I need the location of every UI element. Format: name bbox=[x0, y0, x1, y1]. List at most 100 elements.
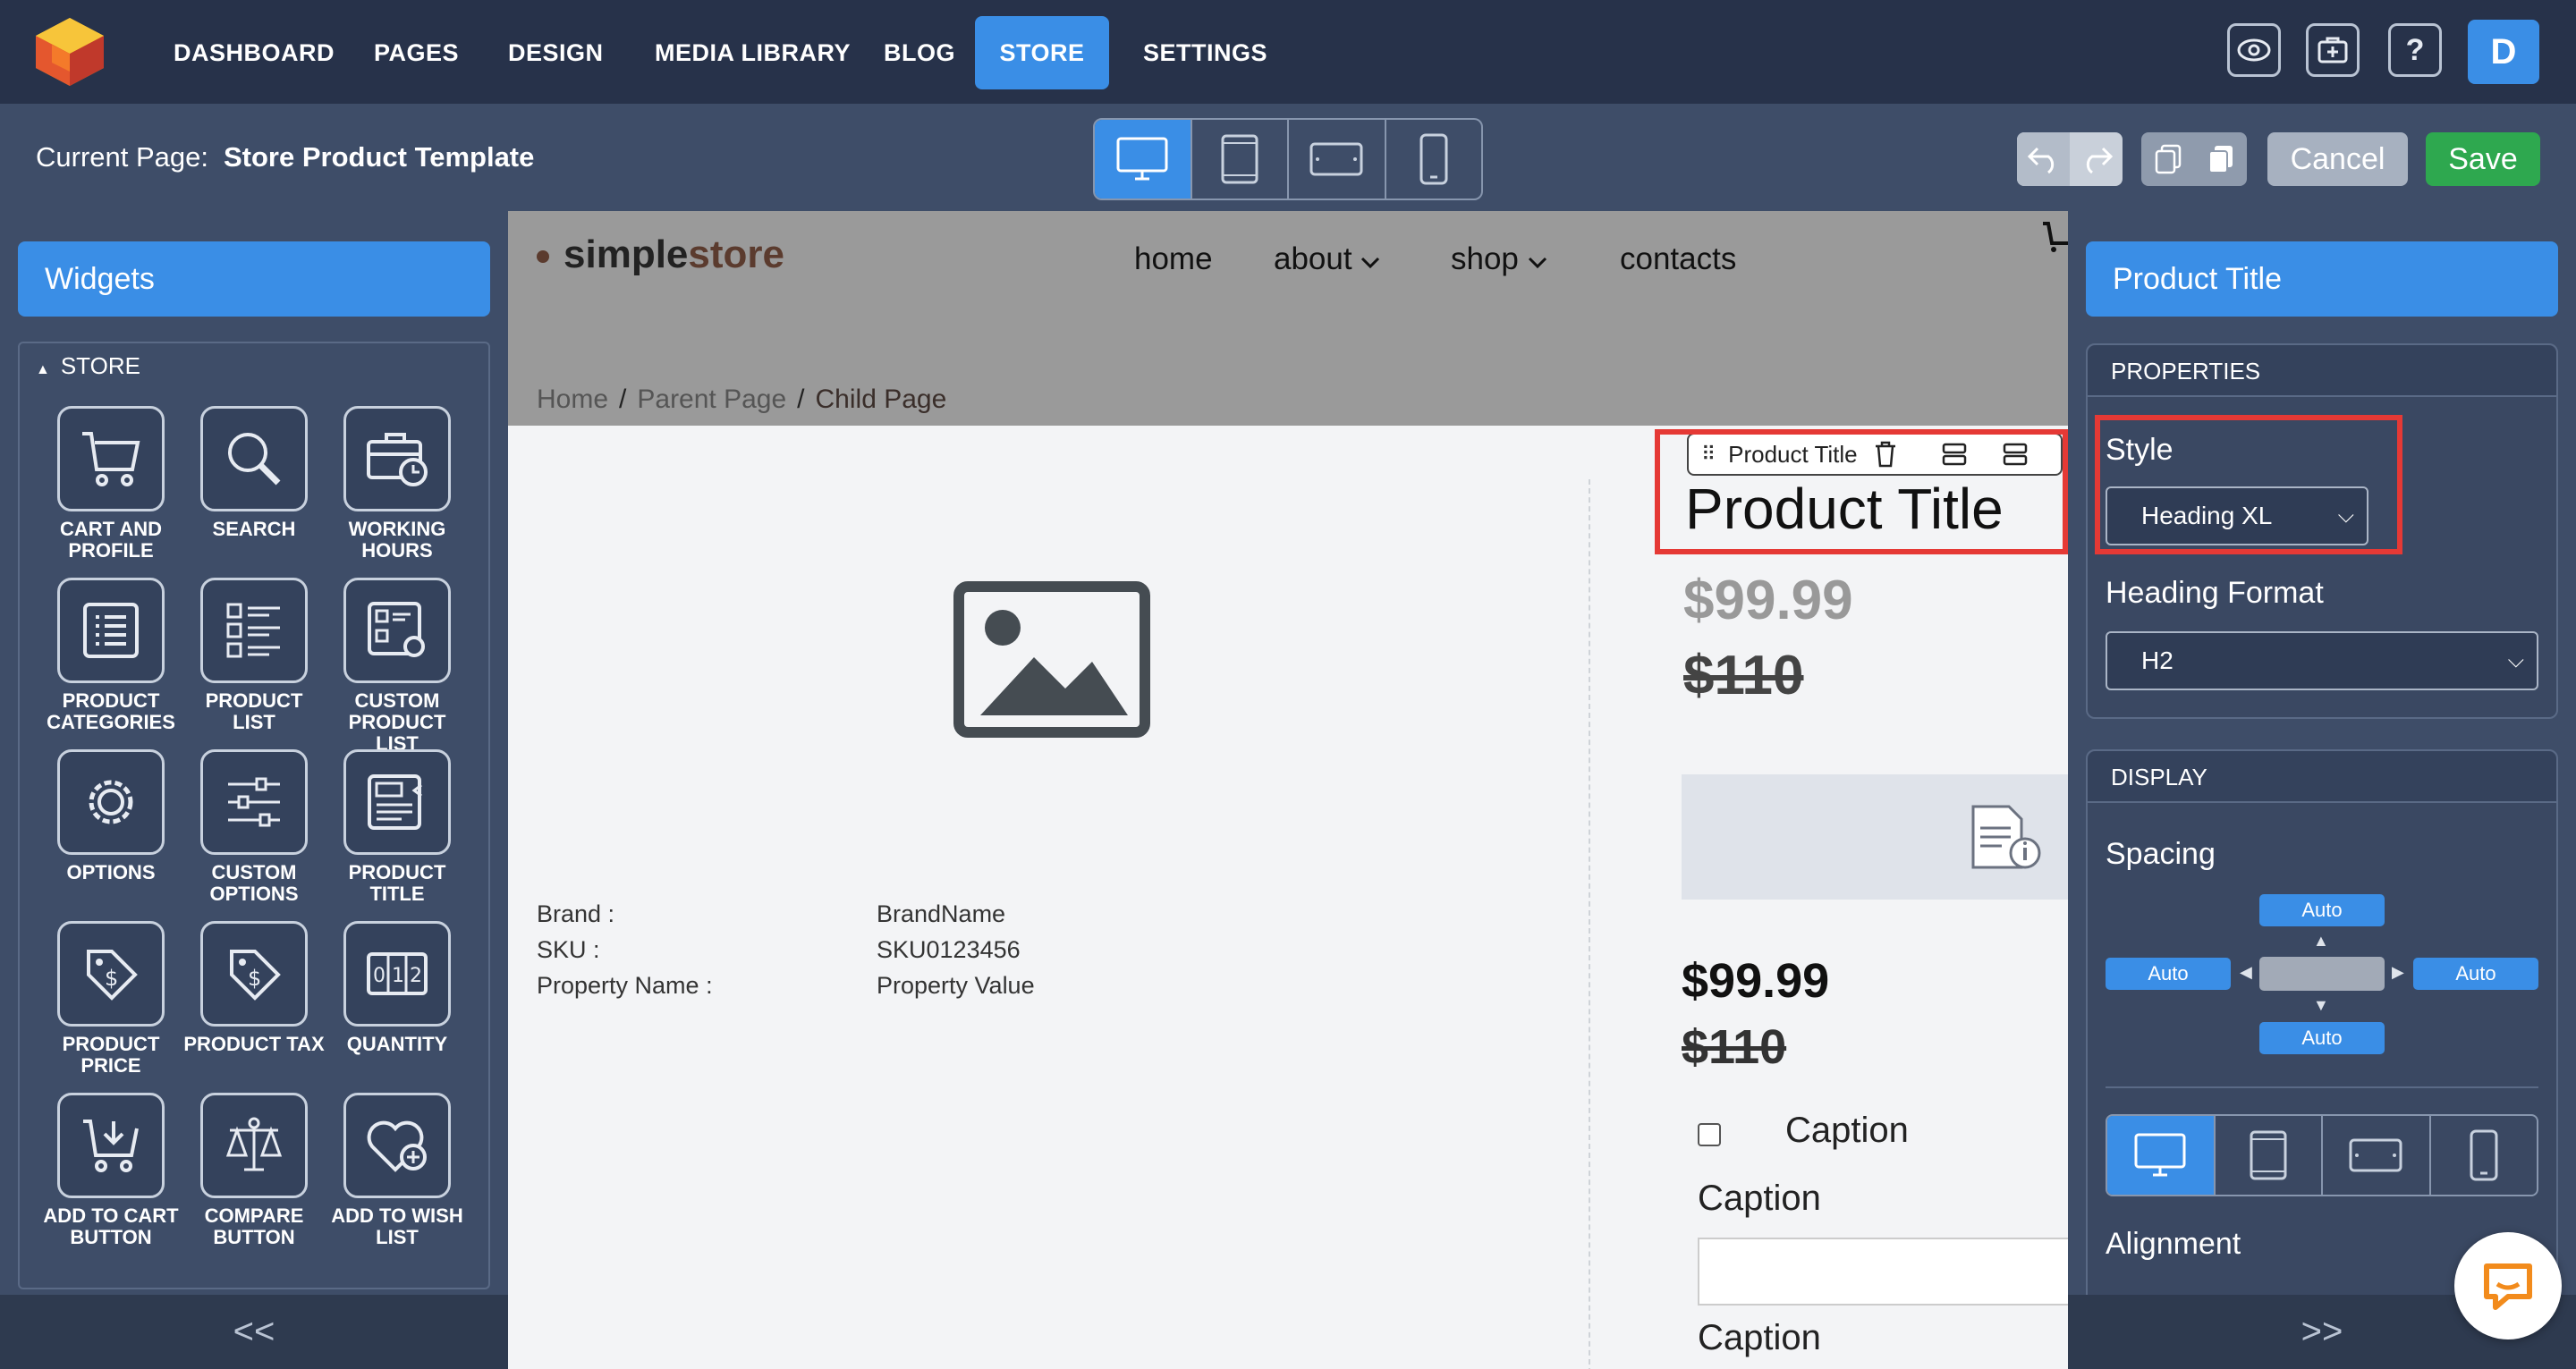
nav-design[interactable]: DESIGN bbox=[488, 16, 623, 89]
copy-button[interactable] bbox=[2141, 132, 2194, 186]
alignment-label: Alignment bbox=[2106, 1227, 2241, 1261]
caption-checkbox[interactable] bbox=[1698, 1123, 1721, 1146]
svg-text:1: 1 bbox=[392, 965, 404, 987]
widget-label: ADD TO CART BUTTON bbox=[43, 1204, 179, 1248]
mobile-icon bbox=[1419, 133, 1448, 185]
spacing-center bbox=[2259, 957, 2385, 991]
display-tablet-button[interactable] bbox=[2216, 1116, 2323, 1195]
widget-product-categories[interactable]: PRODUCT CATEGORIES bbox=[39, 578, 182, 733]
current-page-label: Current Page: bbox=[36, 141, 208, 173]
property-name: Brand : bbox=[537, 900, 615, 927]
widget-working-hours[interactable]: WORKING HOURS bbox=[326, 406, 469, 562]
chat-icon bbox=[2484, 1263, 2532, 1310]
avatar[interactable]: D bbox=[2468, 20, 2539, 84]
widget-label: PRODUCT TAX bbox=[183, 1033, 325, 1055]
site-logo[interactable]: simplestore bbox=[537, 232, 784, 277]
breadcrumb-parent[interactable]: Parent Page bbox=[637, 385, 786, 414]
store-section-toggle[interactable]: ▲ STORE bbox=[36, 352, 140, 380]
desktop-view-button[interactable] bbox=[1095, 120, 1192, 199]
heading-format-select[interactable]: H2 ⌵ bbox=[2106, 631, 2538, 690]
widget-label: CUSTOM OPTIONS bbox=[209, 861, 299, 905]
product-title[interactable]: Product Title bbox=[1685, 476, 2004, 542]
display-mobile-button[interactable] bbox=[2431, 1116, 2538, 1195]
site-nav-shop[interactable]: shop bbox=[1451, 241, 1547, 277]
tablet-view-button[interactable] bbox=[1192, 120, 1289, 199]
device-switcher bbox=[1093, 118, 1483, 200]
tablet-landscape-view-button[interactable] bbox=[1289, 120, 1386, 199]
editor-toolbar: Current Page: Store Product Template Can bbox=[0, 104, 2576, 211]
undo-button[interactable] bbox=[2017, 132, 2070, 186]
caption-input[interactable] bbox=[1698, 1238, 2068, 1306]
widget-add-to-cart-button[interactable]: ADD TO CART BUTTON bbox=[39, 1093, 182, 1248]
page-canvas: simplestore home about shop contacts Hom… bbox=[508, 211, 2068, 1369]
paste-button[interactable] bbox=[2194, 132, 2247, 186]
display-desktop-button[interactable] bbox=[2107, 1116, 2216, 1195]
widget-product-list[interactable]: PRODUCT LIST bbox=[182, 578, 326, 733]
widget-options[interactable]: OPTIONS bbox=[39, 749, 182, 883]
widget-label: CUSTOM PRODUCT LIST bbox=[348, 689, 446, 755]
widget-custom-product-list[interactable]: CUSTOM PRODUCT LIST bbox=[326, 578, 469, 755]
save-button[interactable]: Save bbox=[2426, 132, 2540, 186]
property-name: Property Name : bbox=[537, 972, 713, 999]
widget-product-title[interactable]: PRODUCT TITLE bbox=[326, 749, 469, 905]
nav-pages[interactable]: PAGES bbox=[354, 16, 479, 89]
spacing-right[interactable]: Auto bbox=[2413, 958, 2538, 990]
widget-quantity[interactable]: 012 QUANTITY bbox=[326, 921, 469, 1055]
briefcase-clock-icon bbox=[367, 433, 428, 486]
product-old-price-secondary[interactable]: $110 bbox=[1682, 1019, 1786, 1075]
nav-settings[interactable]: SETTINGS bbox=[1123, 16, 1287, 89]
chat-button[interactable] bbox=[2454, 1232, 2562, 1339]
desktop-icon bbox=[1116, 137, 1168, 181]
chevron-down-icon bbox=[1361, 257, 1380, 269]
widget-custom-options[interactable]: CUSTOM OPTIONS bbox=[182, 749, 326, 905]
current-page-name: Store Product Template bbox=[224, 141, 535, 173]
site-nav-about[interactable]: about bbox=[1274, 241, 1380, 277]
properties-section-title[interactable]: PROPERTIES bbox=[2088, 345, 2556, 397]
nav-blog[interactable]: BLOG bbox=[864, 16, 975, 89]
help-button[interactable]: ? bbox=[2388, 23, 2442, 77]
nav-media-library[interactable]: MEDIA LIBRARY bbox=[635, 16, 870, 89]
product-price[interactable]: $99.99 bbox=[1683, 569, 1853, 632]
spacing-left[interactable]: Auto bbox=[2106, 958, 2231, 990]
preview-button[interactable] bbox=[2227, 23, 2281, 77]
widget-add-to-wish-list[interactable]: ADD TO WISH LIST bbox=[326, 1093, 469, 1248]
image-placeholder-icon[interactable] bbox=[953, 581, 1150, 738]
breadcrumb: Home / Parent Page / Child Page bbox=[537, 385, 947, 414]
search-icon bbox=[228, 433, 281, 486]
logo-icon[interactable] bbox=[32, 16, 107, 88]
product-price-secondary[interactable]: $99.99 bbox=[1682, 953, 1829, 1009]
store-section-label: STORE bbox=[60, 352, 140, 379]
display-tablet-landscape-button[interactable] bbox=[2323, 1116, 2431, 1195]
cancel-button[interactable]: Cancel bbox=[2267, 132, 2408, 186]
collapse-left-button[interactable]: << bbox=[0, 1295, 508, 1369]
widgets-header[interactable]: Widgets bbox=[18, 241, 490, 317]
chevron-down-icon: ⌵ bbox=[2507, 648, 2524, 672]
site-nav-home[interactable]: home bbox=[1134, 241, 1213, 277]
undo-icon bbox=[2027, 147, 2054, 173]
product-old-price[interactable]: $110 bbox=[1683, 644, 1804, 707]
widget-product-tax[interactable]: $ PRODUCT TAX bbox=[182, 921, 326, 1055]
nav-dashboard[interactable]: DASHBOARD bbox=[154, 16, 354, 89]
copy-paste-group bbox=[2141, 132, 2247, 186]
column-divider bbox=[1589, 479, 1590, 1369]
widget-compare-button[interactable]: COMPARE BUTTON bbox=[182, 1093, 326, 1248]
tablet-icon bbox=[1221, 134, 1258, 184]
display-device-switcher bbox=[2106, 1114, 2538, 1196]
store-settings-button[interactable] bbox=[2306, 23, 2360, 77]
widget-cart-and-profile[interactable]: CART AND PROFILE bbox=[39, 406, 182, 562]
display-section-title[interactable]: DISPLAY bbox=[2088, 751, 2556, 803]
redo-button[interactable] bbox=[2070, 132, 2123, 186]
site-cart-icon[interactable] bbox=[2041, 220, 2068, 256]
product-info-block[interactable] bbox=[1682, 774, 2068, 900]
widget-search[interactable]: SEARCH bbox=[182, 406, 326, 540]
tablet-landscape-icon bbox=[1309, 142, 1363, 176]
spacing-bottom[interactable]: Auto bbox=[2259, 1022, 2385, 1054]
nav-store[interactable]: STORE bbox=[975, 16, 1109, 89]
spacing-top[interactable]: Auto bbox=[2259, 894, 2385, 926]
site-nav-contacts[interactable]: contacts bbox=[1620, 241, 1736, 277]
widgets-panel: Widgets ▲ STORE CART AND PROFILE SEARCH W… bbox=[0, 211, 508, 1369]
widget-label: CART AND PROFILE bbox=[59, 518, 163, 562]
breadcrumb-home[interactable]: Home bbox=[537, 385, 608, 414]
mobile-view-button[interactable] bbox=[1386, 120, 1482, 199]
widget-product-price[interactable]: $ PRODUCT PRICE bbox=[39, 921, 182, 1077]
